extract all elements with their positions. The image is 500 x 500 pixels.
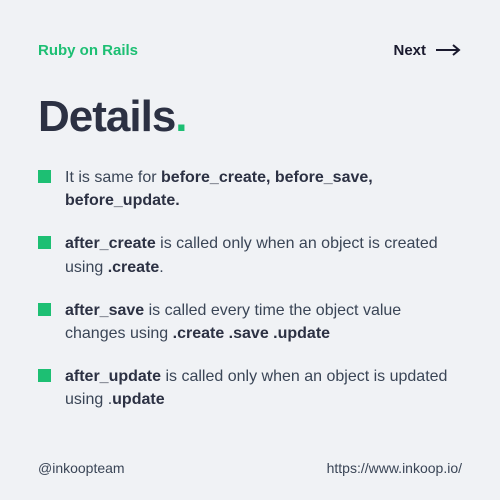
details-list: It is same for before_create, before_sav…: [38, 166, 462, 412]
item-text: after_create is called only when an obje…: [65, 232, 462, 278]
next-button[interactable]: Next: [393, 40, 462, 60]
item-text: after_update is called only when an obje…: [65, 365, 462, 411]
brand-label: Ruby on Rails: [38, 42, 138, 59]
bullet-icon: [38, 170, 51, 183]
title-text: Details: [38, 92, 175, 141]
item-text: It is same for before_create, before_sav…: [65, 166, 462, 212]
next-label: Next: [393, 42, 426, 59]
list-item: It is same for before_create, before_sav…: [38, 166, 462, 212]
item-text: after_save is called every time the obje…: [65, 299, 462, 345]
page-title: Details.: [38, 92, 462, 142]
arrow-right-icon: [436, 40, 462, 60]
bullet-icon: [38, 369, 51, 382]
list-item: after_update is called only when an obje…: [38, 365, 462, 411]
bullet-icon: [38, 303, 51, 316]
footer: @inkoopteam https://www.inkoop.io/: [38, 460, 462, 476]
list-item: after_create is called only when an obje…: [38, 232, 462, 278]
header: Ruby on Rails Next: [38, 40, 462, 60]
list-item: after_save is called every time the obje…: [38, 299, 462, 345]
bullet-icon: [38, 236, 51, 249]
social-handle: @inkoopteam: [38, 460, 125, 476]
title-dot: .: [175, 92, 187, 141]
site-url: https://www.inkoop.io/: [327, 460, 462, 476]
